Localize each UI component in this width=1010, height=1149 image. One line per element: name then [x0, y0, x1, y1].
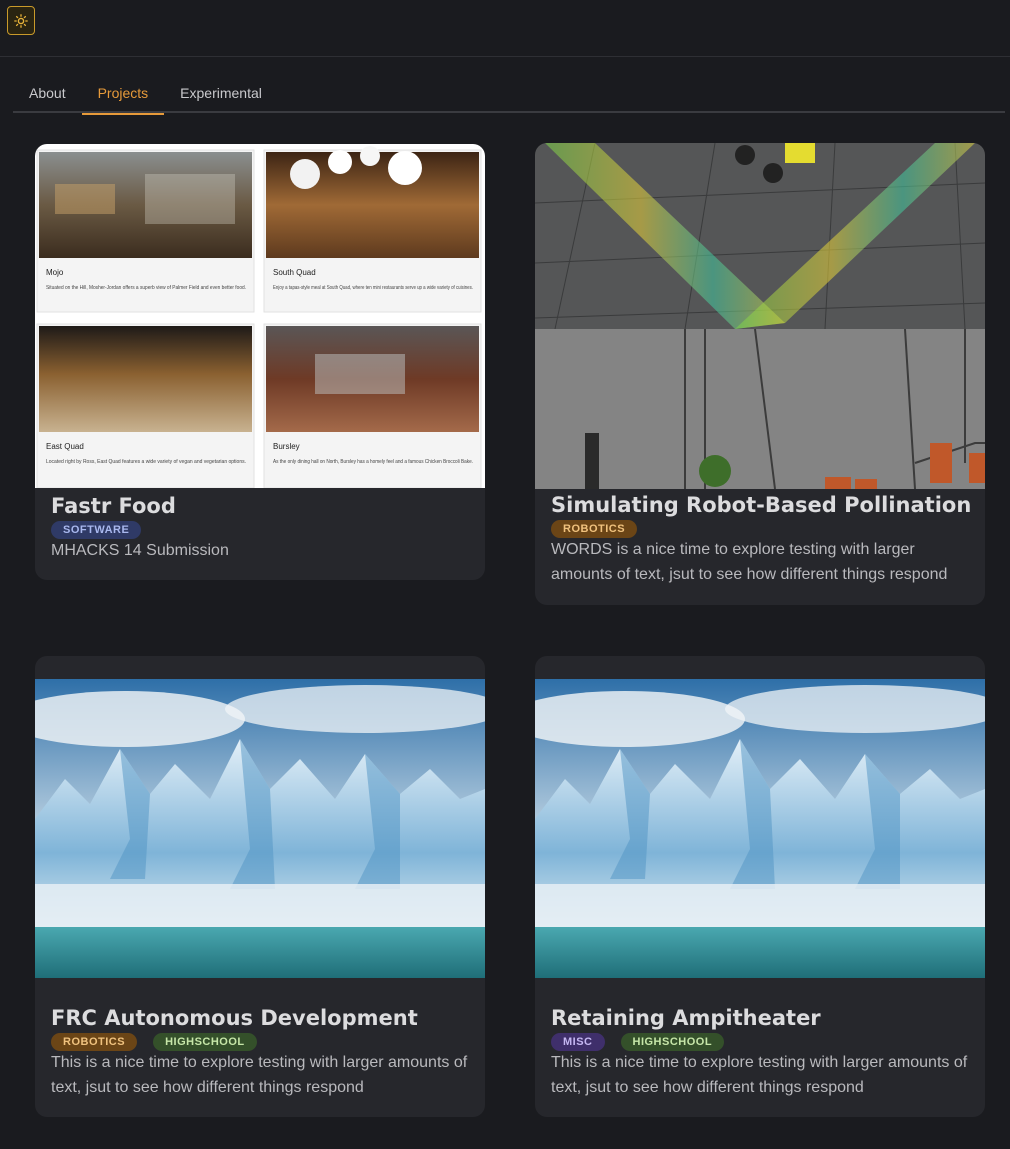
panel-title-east-quad: East Quad	[46, 442, 84, 451]
project-title: Retaining Ampitheater	[551, 1006, 821, 1030]
tag-badge-robotics: ROBOTICS	[51, 1033, 138, 1051]
project-image-glacier	[535, 679, 985, 978]
project-image-dining-collage: Mojo South Quad East Quad Bursley Situat…	[35, 144, 485, 488]
project-card-retaining-ampitheater[interactable]: Retaining Ampitheater MISC HIGHSCHOOL Th…	[535, 656, 985, 1117]
panel-title-mojo: Mojo	[46, 268, 64, 277]
tab-about[interactable]: About	[13, 72, 82, 113]
panel-title-south-quad: South Quad	[273, 268, 316, 277]
project-image-glacier	[35, 679, 485, 978]
project-description: This is a nice time to explore testing w…	[51, 1054, 468, 1096]
tag-badge-misc: MISC	[551, 1033, 605, 1051]
tag-badge-software: SOFTWARE	[51, 521, 142, 539]
project-card-fastr-food[interactable]: Mojo South Quad East Quad Bursley Situat…	[35, 144, 485, 580]
tag-list: ROBOTICS HIGHSCHOOL	[51, 1033, 257, 1051]
sun-icon	[14, 13, 28, 28]
tag-list: ROBOTICS	[551, 520, 638, 538]
theme-toggle-button[interactable]	[7, 6, 35, 35]
project-card-robot-pollination[interactable]: Simulating Robot-Based Pollination ROBOT…	[535, 143, 985, 605]
tab-projects[interactable]: Projects	[81, 72, 165, 115]
top-bar	[0, 0, 1010, 57]
panel-caption-bursley: As the only dining hall on North, Bursle…	[273, 459, 473, 465]
panel-title-bursley: Bursley	[273, 442, 300, 451]
project-card-frc-autonomous[interactable]: FRC Autonomous Development ROBOTICS HIGH…	[35, 656, 485, 1117]
tag-badge-robotics: ROBOTICS	[551, 520, 638, 538]
tag-badge-highschool: HIGHSCHOOL	[620, 1033, 725, 1051]
project-image-robot-simulation	[535, 143, 985, 489]
project-description: WORDS is a nice time to explore testing …	[551, 541, 948, 583]
project-title: Simulating Robot-Based Pollination	[551, 493, 972, 517]
tag-list: SOFTWARE	[51, 521, 142, 539]
nav-tabs: About Projects Experimental	[13, 72, 1005, 115]
project-title: Fastr Food	[51, 494, 176, 518]
tab-experimental[interactable]: Experimental	[164, 72, 278, 113]
tag-badge-highschool: HIGHSCHOOL	[153, 1033, 257, 1051]
project-title: FRC Autonomous Development	[51, 1006, 418, 1030]
tag-list: MISC HIGHSCHOOL	[551, 1033, 725, 1051]
panel-caption-south-quad: Enjoy a tapas-style meal at South Quad, …	[273, 285, 473, 291]
project-description: This is a nice time to explore testing w…	[551, 1054, 968, 1096]
panel-caption-east-quad: Located right by Ross, East Quad feature…	[46, 459, 246, 465]
panel-caption-mojo: Situated on the Hill, Mosher-Jordan offe…	[46, 285, 246, 291]
project-description: MHACKS 14 Submission	[51, 542, 229, 559]
